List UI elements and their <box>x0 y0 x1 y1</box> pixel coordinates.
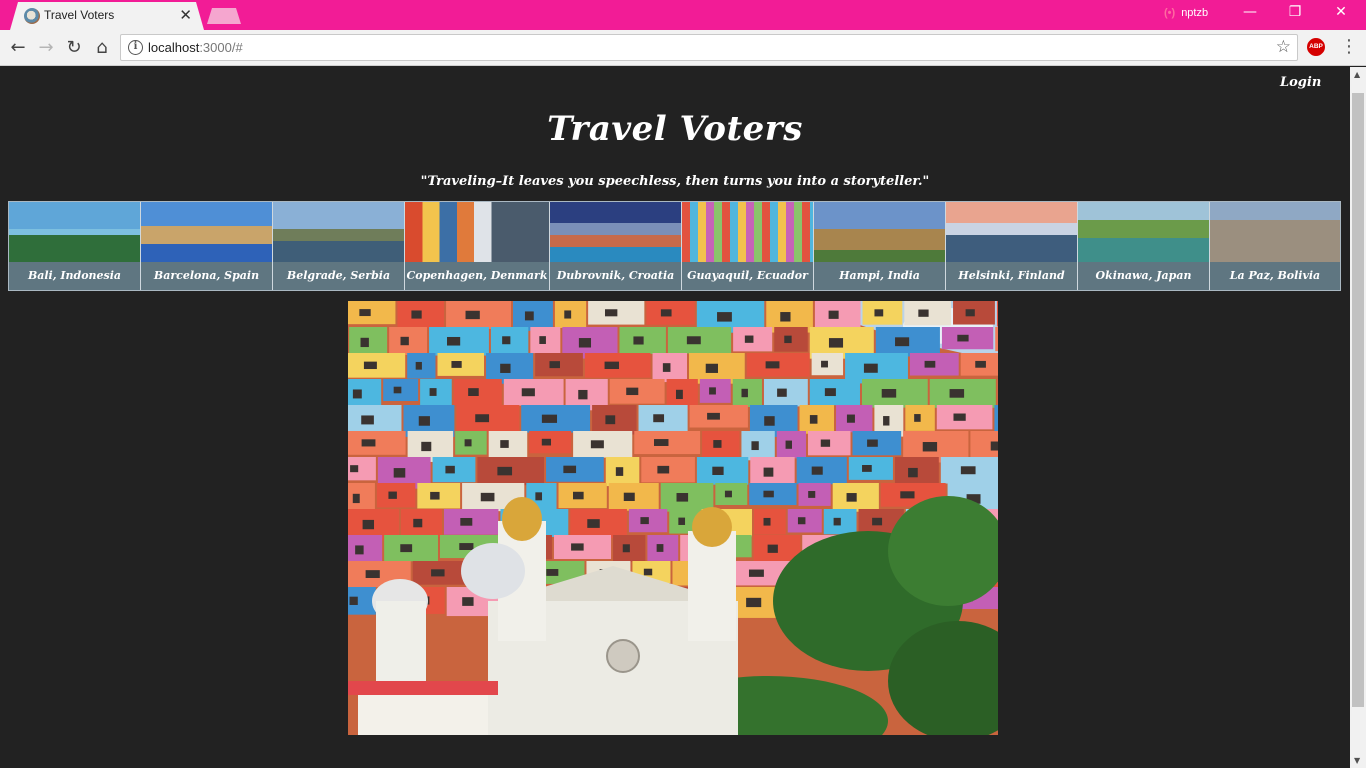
destination-caption: Hampi, India <box>814 262 945 290</box>
destination-thumbnail <box>273 202 404 262</box>
destination-card-hampi[interactable]: Hampi, India <box>814 202 946 290</box>
destination-thumbnail <box>682 202 813 262</box>
browser-titlebar: Travel Voters ✕ (•) nptzb — ❐ ✕ <box>0 0 1366 30</box>
page-scrollbar[interactable]: ▲ ▼ <box>1350 67 1366 768</box>
scroll-thumb[interactable] <box>1352 93 1364 707</box>
profile-button[interactable]: (•) nptzb <box>1164 7 1208 19</box>
scroll-down-arrow-icon[interactable]: ▼ <box>1354 756 1360 765</box>
new-tab-button[interactable] <box>207 8 241 24</box>
forward-arrow-icon[interactable]: → <box>34 36 58 60</box>
close-window-button[interactable]: ✕ <box>1326 4 1356 20</box>
site-title: Travel Voters <box>547 109 803 149</box>
profile-icon: (•) <box>1164 7 1176 19</box>
scroll-up-arrow-icon[interactable]: ▲ <box>1354 70 1360 79</box>
back-arrow-icon[interactable]: ← <box>6 36 30 60</box>
destination-card-barcelona[interactable]: Barcelona, Spain <box>141 202 273 290</box>
destination-thumbnail <box>405 202 549 262</box>
restore-button[interactable]: ❐ <box>1280 4 1310 20</box>
minimize-button[interactable]: — <box>1235 4 1265 20</box>
site-quote: "Traveling–It leaves you speechless, the… <box>420 174 930 189</box>
destination-card-la-paz[interactable]: La Paz, Bolivia <box>1210 202 1340 290</box>
destination-caption: Dubrovnik, Croatia <box>550 262 681 290</box>
destination-gallery: Bali, Indonesia Barcelona, Spain Belgrad… <box>8 201 1341 291</box>
destination-card-copenhagen[interactable]: Copenhagen, Denmark <box>405 202 550 290</box>
destination-thumbnail <box>1210 202 1340 262</box>
destination-caption: Guayaquil, Ecuador <box>682 262 813 290</box>
featured-image-graphic <box>348 301 998 735</box>
featured-destination-image[interactable] <box>348 301 998 735</box>
destination-caption: Copenhagen, Denmark <box>405 262 549 290</box>
close-icon[interactable]: ✕ <box>179 6 192 24</box>
destination-card-belgrade[interactable]: Belgrade, Serbia <box>273 202 405 290</box>
destination-caption: Barcelona, Spain <box>141 262 272 290</box>
destination-thumbnail <box>946 202 1077 262</box>
travel-favicon-icon <box>24 8 40 24</box>
profile-name: nptzb <box>1181 7 1209 19</box>
tab-title: Travel Voters <box>44 8 115 22</box>
destination-card-guayaquil[interactable]: Guayaquil, Ecuador <box>682 202 814 290</box>
reload-icon[interactable]: ↻ <box>62 36 86 60</box>
star-icon[interactable]: ☆ <box>1276 37 1291 57</box>
address-bar[interactable]: i localhost:3000/# ☆ <box>120 34 1298 61</box>
destination-caption: La Paz, Bolivia <box>1210 262 1340 290</box>
destination-card-helsinki[interactable]: Helsinki, Finland <box>946 202 1078 290</box>
destination-caption: Helsinki, Finland <box>946 262 1077 290</box>
info-icon[interactable]: i <box>128 40 143 55</box>
login-link[interactable]: Login <box>1280 75 1321 90</box>
destination-caption: Bali, Indonesia <box>9 262 140 290</box>
destination-thumbnail <box>9 202 140 262</box>
page-viewport: Login Travel Voters "Traveling–It leaves… <box>0 67 1350 768</box>
destination-thumbnail <box>550 202 681 262</box>
destination-card-okinawa[interactable]: Okinawa, Japan <box>1078 202 1210 290</box>
kebab-menu-icon[interactable]: ⋮ <box>1340 36 1358 57</box>
destination-card-dubrovnik[interactable]: Dubrovnik, Croatia <box>550 202 682 290</box>
url-text[interactable]: localhost:3000/# <box>148 40 243 55</box>
browser-tab-active[interactable]: Travel Voters ✕ <box>10 2 204 30</box>
browser-toolbar: ← → ↻ ⌂ i localhost:3000/# ☆ <box>0 30 1366 66</box>
destination-caption: Okinawa, Japan <box>1078 262 1209 290</box>
destination-caption: Belgrade, Serbia <box>273 262 404 290</box>
destination-thumbnail <box>814 202 945 262</box>
destination-thumbnail <box>1078 202 1209 262</box>
destination-thumbnail <box>141 202 272 262</box>
home-icon[interactable]: ⌂ <box>90 36 114 60</box>
destination-card-bali[interactable]: Bali, Indonesia <box>9 202 141 290</box>
